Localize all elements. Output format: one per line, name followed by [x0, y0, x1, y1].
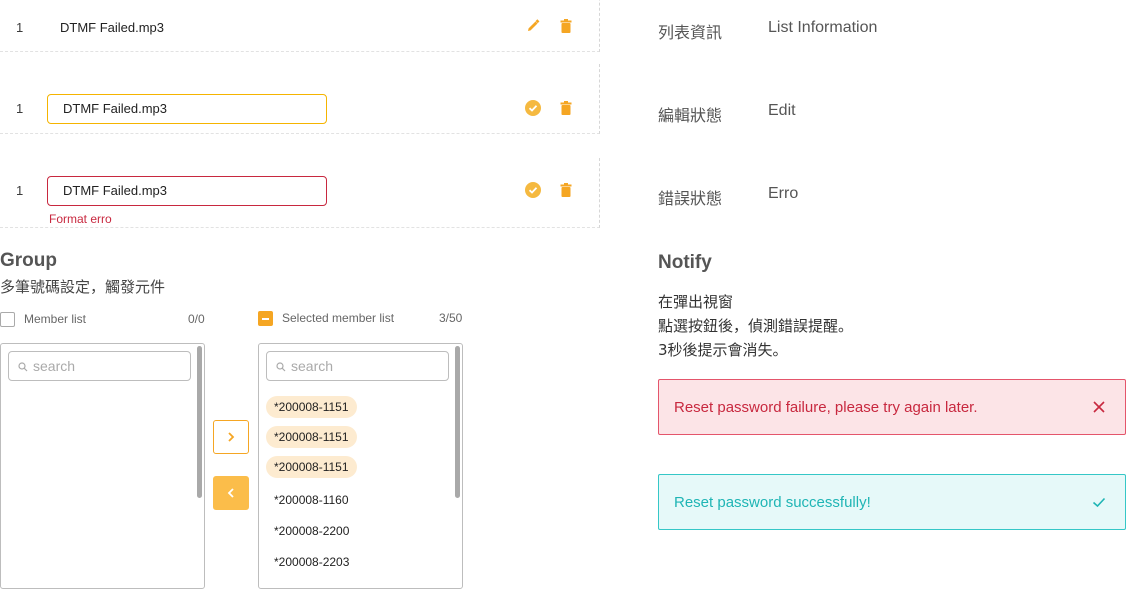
filename-input-error[interactable]: DTMF Failed.mp3 — [47, 176, 327, 206]
search-placeholder: search — [33, 358, 76, 374]
trash-icon[interactable] — [558, 182, 574, 198]
format-error-message: Format erro — [49, 212, 112, 226]
success-alert: Reset password successfully! — [658, 474, 1126, 530]
notify-title: Notify — [658, 252, 712, 273]
member-chip[interactable]: *200008-1151 — [266, 456, 357, 478]
check-icon — [1092, 497, 1106, 508]
row-number: 1 — [16, 20, 24, 35]
member-chip[interactable]: *200008-1160 — [266, 489, 357, 511]
search-icon — [276, 362, 286, 372]
member-chip[interactable]: *200008-1151 — [266, 396, 357, 418]
list-row-edit: 1 DTMF Failed.mp3 — [0, 64, 600, 134]
move-right-button[interactable] — [213, 420, 249, 454]
pencil-icon[interactable] — [525, 18, 541, 34]
confirm-check-icon[interactable] — [525, 182, 541, 198]
trash-icon[interactable] — [558, 18, 574, 34]
selected-search-input[interactable]: search — [266, 351, 449, 381]
search-icon — [18, 362, 28, 372]
selected-list-scrollbar[interactable] — [455, 346, 460, 498]
group-title: Group — [0, 250, 57, 271]
info-label-en: List Information — [768, 19, 878, 36]
move-left-button[interactable] — [213, 476, 249, 510]
chevron-right-icon — [228, 432, 235, 442]
trash-icon[interactable] — [558, 100, 574, 116]
selected-list-select-all-checkbox[interactable] — [258, 311, 273, 326]
member-list-label: Member list — [24, 312, 87, 326]
confirm-check-icon[interactable] — [525, 100, 541, 116]
member-list-panel: search — [0, 343, 205, 589]
member-list-select-all-checkbox[interactable] — [0, 312, 15, 327]
info-label-zh: 編輯狀態 — [658, 106, 723, 125]
member-list-count: 0/0 — [188, 312, 205, 326]
close-icon[interactable] — [1091, 399, 1107, 415]
group-subtitle: 多筆號碼設定，觸發元件 — [0, 278, 166, 296]
list-row-error: 1 DTMF Failed.mp3 Format erro — [0, 158, 600, 228]
error-alert-message: Reset password failure, please try again… — [674, 399, 978, 416]
filename-input-edit[interactable]: DTMF Failed.mp3 — [47, 94, 327, 124]
success-alert-message: Reset password successfully! — [674, 494, 871, 511]
notify-description-line: 點選按鈕後，偵測錯誤提醒。 — [658, 317, 854, 335]
chevron-left-icon — [227, 488, 234, 498]
notify-description-line: 在彈出視窗 — [658, 293, 734, 311]
member-chip[interactable]: *200008-2200 — [266, 520, 357, 542]
info-label-zh: 錯誤狀態 — [658, 189, 723, 208]
selected-list-label: Selected member list — [282, 311, 395, 325]
list-row-display: 1 DTMF Failed.mp3 — [0, 0, 600, 52]
row-number: 1 — [16, 101, 24, 116]
row-number: 1 — [16, 183, 24, 198]
search-placeholder: search — [291, 358, 334, 374]
info-label-en: Edit — [768, 102, 796, 119]
info-label-zh: 列表資訊 — [658, 23, 723, 42]
member-chip[interactable]: *200008-1151 — [266, 426, 357, 448]
error-alert: Reset password failure, please try again… — [658, 379, 1126, 435]
member-chip[interactable]: *200008-2203 — [266, 551, 357, 573]
selected-list-panel: search *200008-1151 *200008-1151 *200008… — [258, 343, 463, 589]
member-list-scrollbar[interactable] — [197, 346, 202, 498]
info-label-en: Erro — [768, 185, 799, 202]
selected-list-count: 3/50 — [439, 311, 463, 325]
row-filename: DTMF Failed.mp3 — [60, 20, 165, 35]
notify-description-line: 3秒後提示會消失。 — [658, 341, 788, 359]
member-search-input[interactable]: search — [8, 351, 191, 381]
